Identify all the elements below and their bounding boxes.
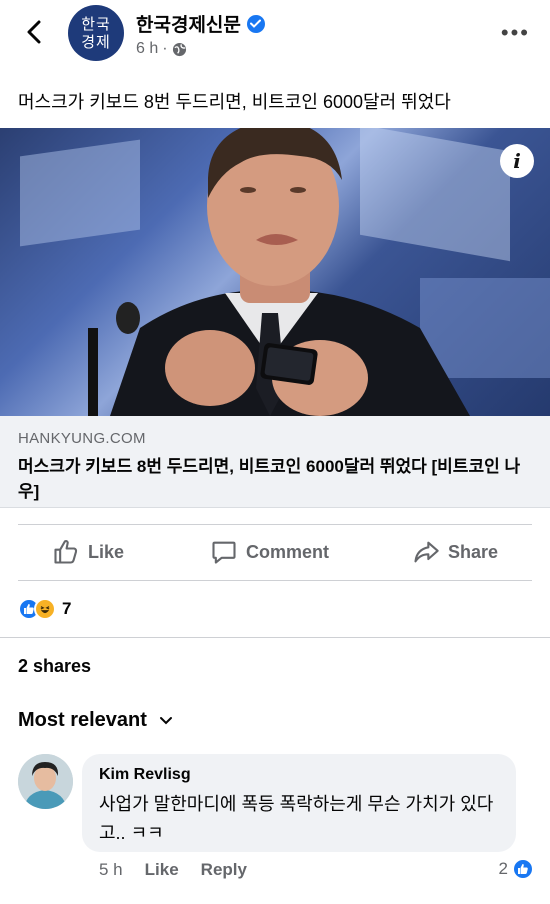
share-label: Share [448,541,499,562]
thumbs-up-icon [54,540,78,564]
comment-meta: 5 h Like Reply [99,860,247,880]
comment-label: Comment [246,541,330,562]
comment-button[interactable]: Comment [210,538,329,566]
reaction-count: 7 [62,599,72,618]
like-reaction-icon [512,858,534,880]
post-actions: Like Comment Share [0,524,550,580]
back-button[interactable] [18,14,50,50]
like-label: Like [88,541,125,562]
post-meta: 6 h · [136,40,187,58]
link-preview-image[interactable]: i [0,128,550,416]
reaction-summary[interactable]: 7 [18,598,71,620]
shares-count[interactable]: 2 shares [18,656,91,677]
globe-icon [172,42,186,56]
logo-text-line2: 경제 [81,33,111,51]
share-icon [414,541,439,563]
logo-text-line1: 한국 [81,15,111,33]
sort-label: Most relevant [18,709,147,731]
comment-bubble: Kim Revlisg 사업가 말한마디에 폭등 폭락하는게 무슨 가치가 있다… [82,754,516,852]
info-button[interactable]: i [500,144,534,178]
chevron-left-icon [27,20,41,44]
page-avatar[interactable]: 한국 경제 [68,5,124,61]
meta-separator: · [162,40,168,57]
comment-reaction-summary[interactable]: 2 [499,858,534,880]
comment-author[interactable]: Kim Revlisg [99,766,191,784]
page-name-text: 한국경제신문 [136,15,241,36]
avatar[interactable] [18,754,73,809]
link-domain: HANKYUNG.COM [18,430,146,447]
more-options-button[interactable]: ••• [501,20,530,46]
comment-sort-dropdown[interactable]: Most relevant [18,709,173,732]
chevron-down-icon [159,716,172,724]
comment-time[interactable]: 5 h [99,860,123,880]
post-text: 머스크가 키보드 8번 두드리면, 비트코인 6000달러 뛰었다 [18,92,451,112]
post-header: 한국 경제 한국경제신문 6 h · ••• [0,0,550,70]
comment-text: 사업가 말한마디에 폭등 폭락하는게 무슨 가치가 있다고.. ㅋㅋ [99,794,494,843]
comment-like-button[interactable]: Like [145,860,179,880]
comment-icon [212,541,236,564]
divider [18,580,532,581]
comment-reply-button[interactable]: Reply [201,860,247,880]
link-card[interactable]: HANKYUNG.COM 머스크가 키보드 8번 두드리면, 비트코인 6000… [0,416,550,508]
link-title[interactable]: 머스크가 키보드 8번 두드리면, 비트코인 6000달러 뛰었다 [비트코인 … [18,454,528,504]
divider [0,637,550,638]
post-time[interactable]: 6 h [136,40,158,58]
haha-reaction-icon [34,598,56,620]
share-button[interactable]: Share [412,538,498,566]
person-with-phone-illustration [88,128,470,416]
like-button[interactable]: Like [52,538,124,566]
comment-reaction-count: 2 [498,859,508,878]
verified-badge-icon [246,14,265,33]
page-name[interactable]: 한국경제신문 [136,10,265,37]
